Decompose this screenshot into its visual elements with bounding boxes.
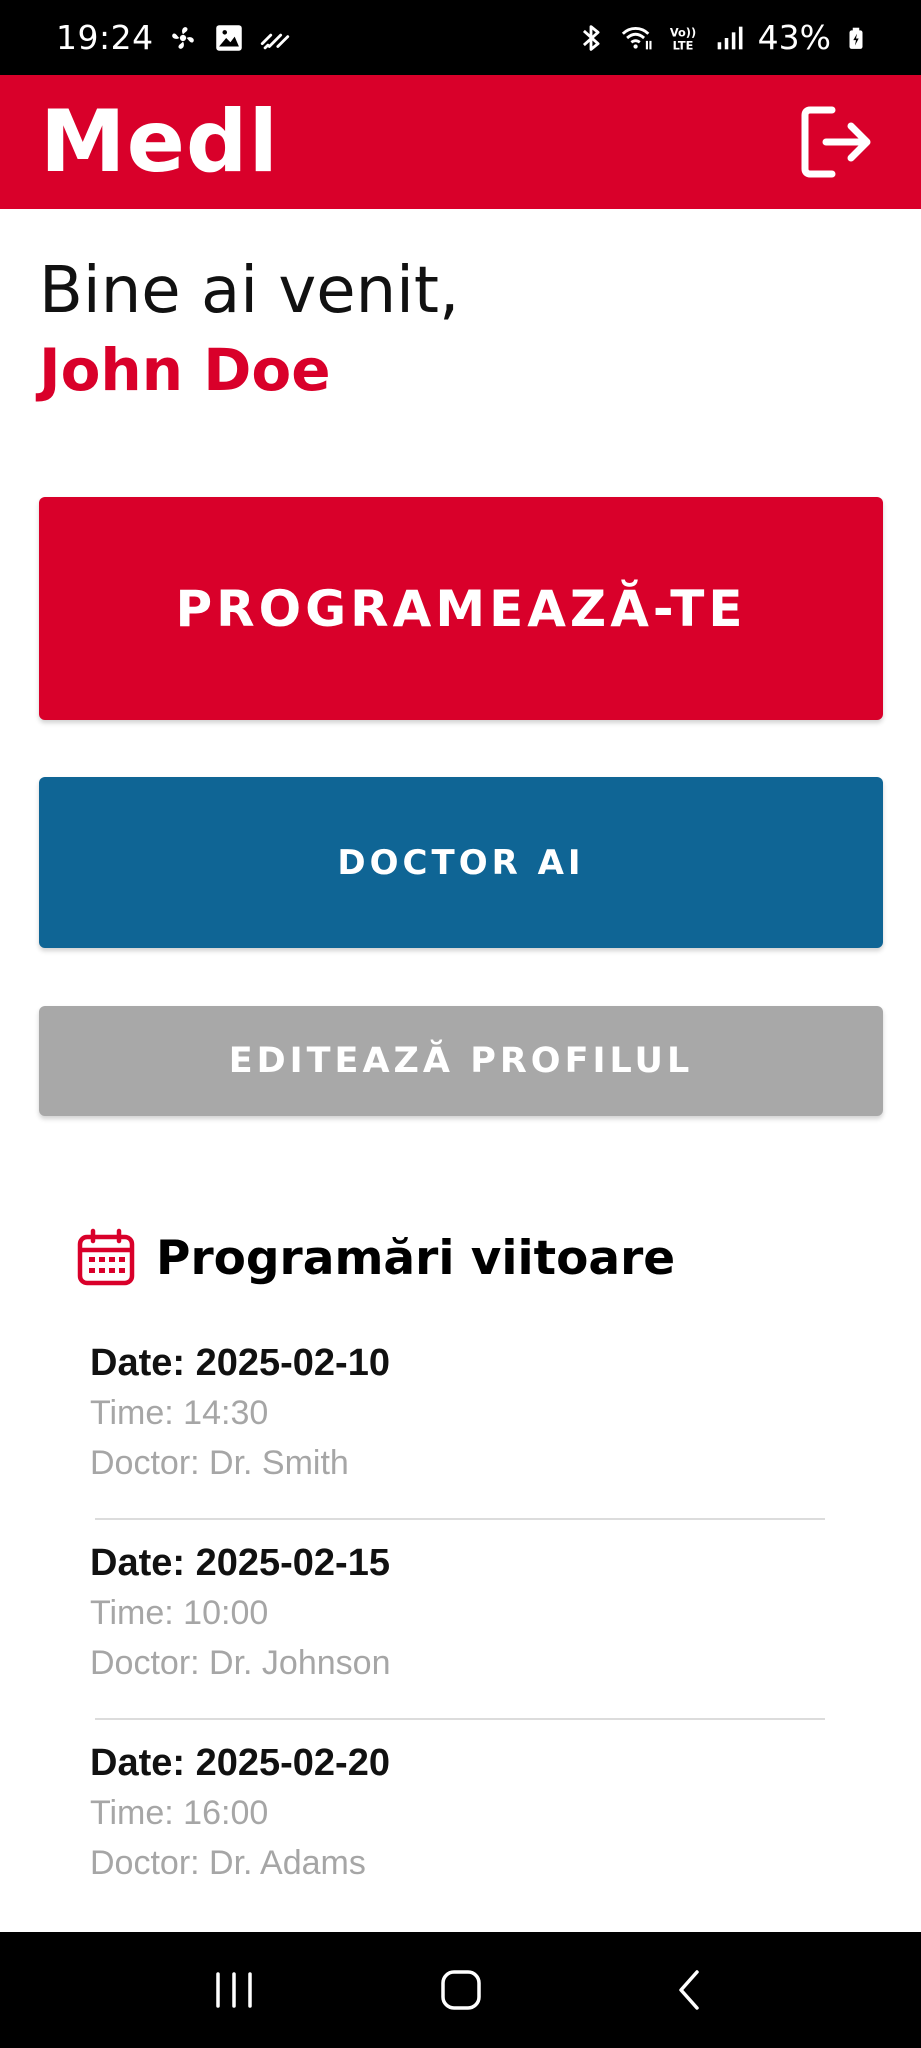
appointments-title: Programări viitoare (156, 1230, 676, 1286)
appointment-doctor: Doctor: Dr. Adams (90, 1844, 366, 1882)
logout-button[interactable] (795, 101, 877, 183)
cell-signal-icon (717, 26, 743, 49)
welcome-greeting: Bine ai venit, (39, 254, 460, 328)
battery-percent: 43% (757, 18, 831, 57)
appointments-list: Date: 2025-02-10 Time: 14:30 Doctor: Dr.… (90, 1338, 825, 1938)
app-bar: Medl (0, 75, 921, 209)
appointment-date: Date: 2025-02-15 (90, 1542, 390, 1584)
divider (95, 1518, 825, 1520)
status-bar: 19:24 Vo)) LTE 43% (0, 0, 921, 75)
appointment-doctor: Doctor: Dr. Smith (90, 1444, 349, 1482)
logout-icon (801, 106, 871, 178)
appointment-item[interactable]: Date: 2025-02-15 Time: 10:00 Doctor: Dr.… (90, 1538, 825, 1738)
welcome-section: Bine ai venit, John Doe (39, 250, 459, 408)
appointment-doctor: Doctor: Dr. Johnson (90, 1644, 391, 1682)
app-screen: 19:24 Vo)) LTE 43% Medl Bine ai venit, J… (0, 0, 921, 2048)
status-time: 19:24 (56, 18, 154, 57)
battery-icon (849, 27, 863, 49)
back-icon (678, 1970, 699, 2010)
image-icon (215, 24, 242, 51)
appointment-item[interactable]: Date: 2025-02-20 Time: 16:00 Doctor: Dr.… (90, 1738, 825, 1938)
volte-icon: Vo)) LTE (669, 25, 695, 52)
calendar-icon (77, 1228, 135, 1286)
signal-lines-icon (260, 33, 289, 49)
bluetooth-icon (582, 24, 600, 51)
home-button[interactable] (421, 1950, 501, 2030)
welcome-user-name: John Doe (39, 336, 331, 404)
appointment-time: Time: 16:00 (90, 1794, 269, 1832)
appointment-time: Time: 14:30 (90, 1394, 269, 1432)
recent-apps-button[interactable] (194, 1950, 274, 2030)
status-bar-right: Vo)) LTE 43% (574, 18, 869, 57)
doctor-ai-button[interactable]: DOCTOR AI (39, 777, 883, 948)
wifi-icon (621, 26, 652, 49)
schedule-button[interactable]: PROGRAMEAZĂ-TE (39, 497, 883, 720)
app-title: Medl (40, 92, 279, 192)
appointment-time: Time: 10:00 (90, 1594, 269, 1632)
fan-icon (171, 26, 194, 49)
appointments-header: Programări viitoare (76, 1228, 675, 1288)
recent-apps-icon (215, 1972, 252, 2008)
back-button[interactable] (648, 1950, 728, 2030)
home-icon (440, 1970, 481, 2010)
appointment-date: Date: 2025-02-20 (90, 1742, 390, 1784)
status-bar-left: 19:24 (56, 18, 292, 57)
svg-text:LTE: LTE (672, 38, 693, 52)
appointment-date: Date: 2025-02-10 (90, 1342, 390, 1384)
edit-profile-button[interactable]: EDITEAZĂ PROFILUL (39, 1006, 883, 1116)
appointment-item[interactable]: Date: 2025-02-10 Time: 14:30 Doctor: Dr.… (90, 1338, 825, 1538)
system-nav-bar (0, 1932, 921, 2048)
divider (95, 1718, 825, 1720)
